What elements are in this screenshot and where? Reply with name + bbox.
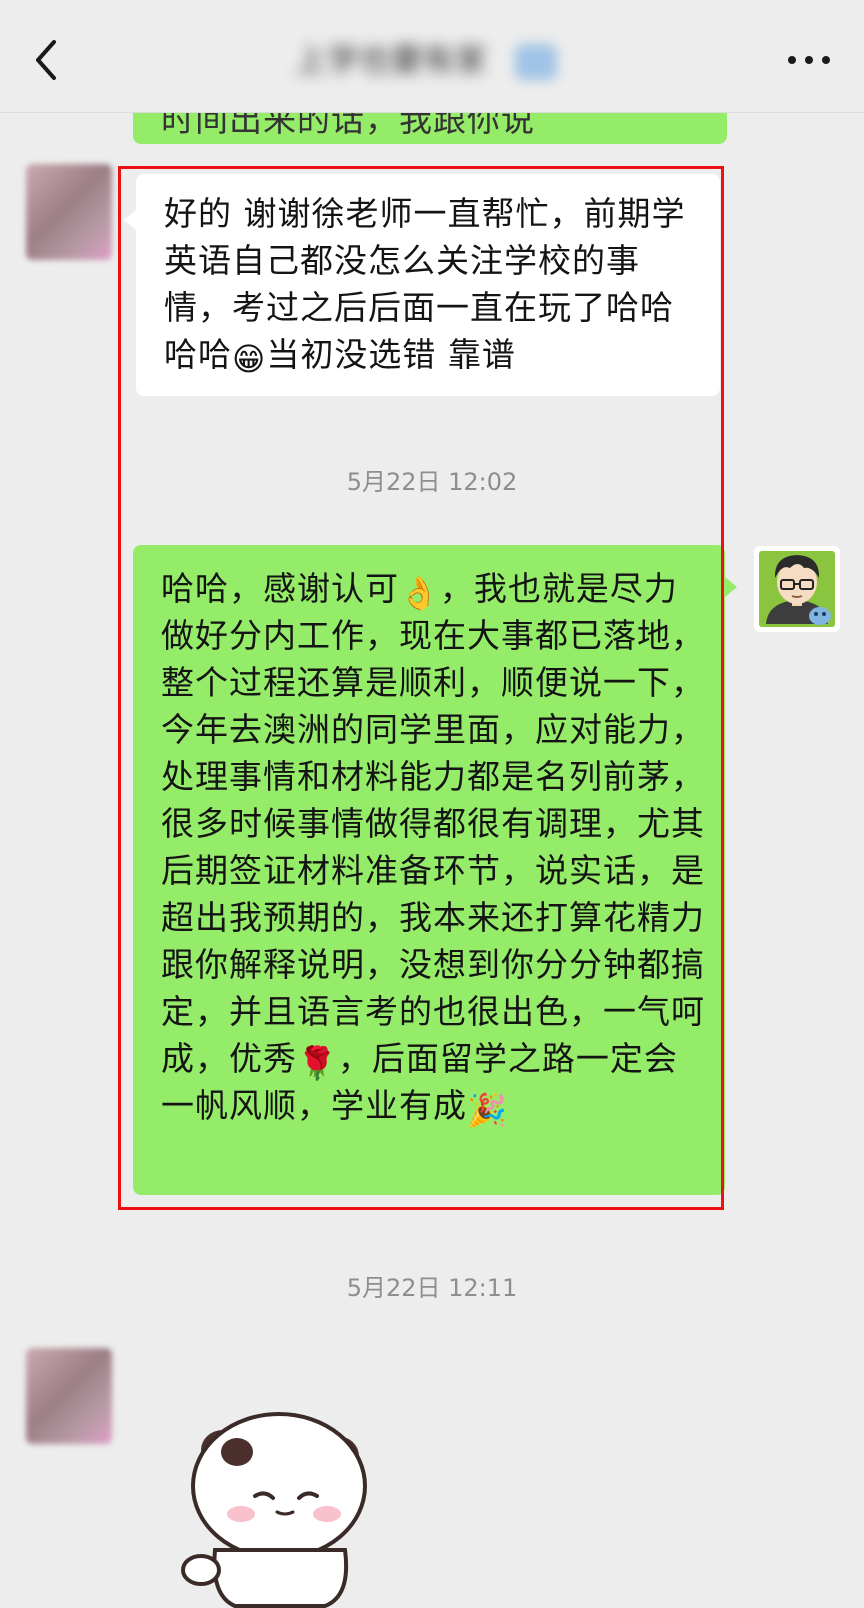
message-text-part: ，我也就是尽力做好分内工作，现在大事都已落地，整个过程还算是顺利，顺便说一下，今… <box>161 569 705 1078</box>
contact-avatar[interactable] <box>26 1348 112 1444</box>
message-text: 好的 谢谢徐老师一直帮忙，前期学英语自己都没怎么关注学校的事情，考过之后后面一直… <box>164 190 704 378</box>
message-timestamp: 5月22日 12:11 <box>346 1274 518 1302</box>
message-text: 哈哈，感谢认可👌，我也就是尽力做好分内工作，现在大事都已落地，整个过程还算是顺利… <box>161 565 706 1129</box>
back-button[interactable] <box>28 36 68 84</box>
more-button[interactable] <box>784 40 834 80</box>
chevron-left-icon <box>36 40 56 80</box>
grin-emoji-icon: 😁 <box>232 340 267 378</box>
party-popper-emoji-icon: 🎉 <box>467 1091 508 1129</box>
top-bar: 上学也要有家 <box>0 0 864 113</box>
panda-sticker[interactable] <box>175 1400 375 1608</box>
message-timestamp: 5月22日 12:02 <box>346 468 518 496</box>
rose-emoji-icon: 🌹 <box>297 1044 338 1082</box>
message-bubble-outgoing[interactable]: 哈哈，感谢认可👌，我也就是尽力做好分内工作，现在大事都已落地，整个过程还算是顺利… <box>133 545 737 1195</box>
message-text-part: 当初没选错 靠谱 <box>266 335 516 374</box>
panda-sticker-icon <box>181 1412 367 1608</box>
title-blurred-emoji <box>515 44 557 80</box>
message-text-part: 哈哈，感谢认可 <box>161 569 399 608</box>
self-avatar[interactable] <box>754 546 840 632</box>
cartoon-avatar-icon <box>754 546 840 632</box>
ellipsis-icon <box>788 56 830 64</box>
message-bubble-incoming[interactable]: 好的 谢谢徐老师一直帮忙，前期学英语自己都没怎么关注学校的事情，考过之后后面一直… <box>124 174 720 396</box>
chat-screen: 上学也要有家 时间出来的话，我跟你说 好的 谢谢徐老师一直帮忙，前期学英语自己都… <box>0 0 864 1608</box>
ok-hand-emoji-icon: 👌 <box>399 574 440 612</box>
contact-avatar[interactable] <box>26 164 112 260</box>
